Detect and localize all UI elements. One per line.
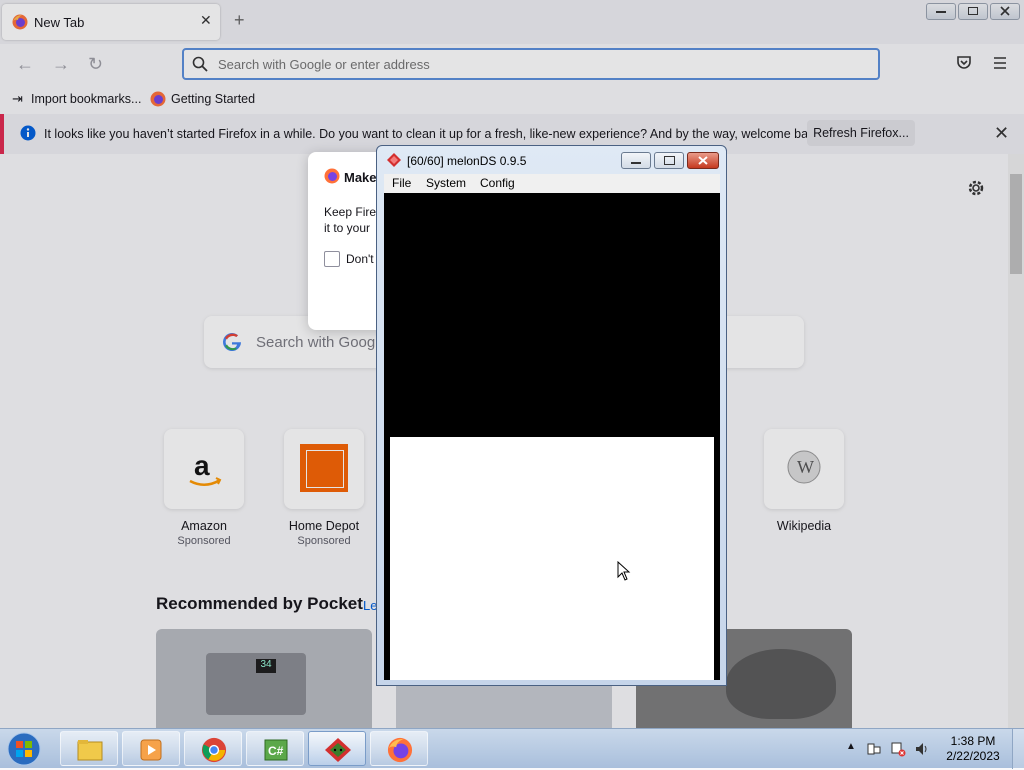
minimize-icon (936, 11, 946, 13)
svg-text:W: W (797, 457, 814, 477)
nav-bar: ← → ↻ (0, 44, 1024, 84)
search-placeholder: Search with Goog (256, 334, 376, 351)
dont-ask-label: Don't (346, 252, 374, 266)
menu-system[interactable]: System (426, 176, 466, 190)
site-name: Home Depot (288, 519, 360, 533)
clock-time: 1:38 PM (950, 734, 996, 748)
taskbar-csharp-editor[interactable]: C# (246, 731, 304, 766)
melonds-window: [60/60] melonDS 0.9.5 File System Config (376, 145, 727, 686)
tab-new-tab[interactable]: New Tab ✕ (2, 4, 220, 40)
google-icon (223, 333, 241, 352)
taskbar-melonds[interactable] (308, 731, 366, 766)
maximize-button[interactable] (654, 152, 684, 169)
gear-icon[interactable] (966, 178, 986, 198)
svg-text:a: a (194, 451, 210, 481)
pocket-heading: Recommended by Pocket (156, 594, 363, 613)
close-icon (698, 156, 708, 165)
search-icon (192, 56, 208, 72)
show-hidden-icons-icon[interactable]: ▲ (846, 741, 856, 752)
tab-strip: New Tab ✕ + (0, 0, 1024, 44)
network-icon[interactable] (890, 741, 906, 757)
restore-button[interactable] (958, 3, 988, 20)
import-icon: ⇥ (12, 91, 23, 106)
url-bar[interactable] (182, 48, 880, 80)
tab-title: New Tab (34, 15, 85, 30)
action-center-icon[interactable] (866, 741, 882, 757)
melonds-icon (387, 153, 401, 167)
amazon-tile: a (164, 429, 244, 509)
sponsored-label: Sponsored (297, 535, 351, 547)
media-player-icon (140, 739, 162, 761)
url-input[interactable] (216, 53, 860, 75)
reload-icon[interactable]: ↻ (88, 54, 103, 75)
back-icon[interactable]: ← (16, 54, 34, 75)
minimize-button[interactable] (926, 3, 956, 20)
restore-icon (968, 7, 978, 15)
home-depot-tile (284, 429, 364, 509)
notification-text: It looks like you haven’t started Firefo… (44, 127, 825, 141)
window-title: [60/60] melonDS 0.9.5 (407, 154, 527, 168)
forward-icon[interactable]: → (52, 54, 70, 75)
home-depot-logo-icon (300, 444, 348, 492)
hamburger-menu-icon[interactable] (991, 54, 1009, 72)
close-icon (1000, 6, 1010, 16)
melonds-icon (325, 738, 351, 762)
firefox-icon (324, 168, 340, 184)
menu-bar: File System Config (384, 174, 720, 193)
firefox-icon (150, 91, 166, 107)
dont-ask-checkbox[interactable] (324, 251, 340, 267)
chrome-icon (201, 737, 227, 763)
top-site-wikipedia[interactable]: W Wikipedia (764, 429, 844, 533)
top-site-home-depot[interactable]: Home Depot Sponsored (284, 429, 364, 547)
taskbar-firefox[interactable] (370, 731, 428, 766)
new-tab-button[interactable]: + (234, 10, 245, 31)
refresh-firefox-button[interactable]: Refresh Firefox... (807, 120, 915, 146)
mouse-cursor-icon (617, 561, 631, 581)
pocket-icon[interactable] (955, 54, 973, 72)
svg-text:C#: C# (268, 744, 284, 758)
pocket-card-appliance[interactable]: 34 (156, 629, 372, 728)
minimize-button[interactable] (621, 152, 651, 169)
taskbar-chrome[interactable] (184, 731, 242, 766)
windows-orb-icon (7, 732, 41, 766)
clock-date: 2/22/2023 (946, 749, 1000, 763)
start-button[interactable] (6, 731, 46, 767)
site-name: Wikipedia (776, 519, 832, 533)
close-button[interactable] (687, 152, 719, 169)
ds-bottom-screen-frame (384, 437, 720, 680)
show-desktop-button[interactable] (1012, 729, 1024, 769)
notification-close-icon[interactable]: ✕ (994, 123, 1009, 144)
firefox-icon (387, 737, 413, 763)
taskbar: C# ▲ 1:38 PM 2/22/2023 (0, 728, 1024, 769)
wikipedia-logo-icon: W (787, 450, 821, 484)
menu-config[interactable]: Config (480, 176, 515, 190)
volume-icon[interactable] (914, 741, 930, 757)
wikipedia-tile: W (764, 429, 844, 509)
scrollbar-thumb[interactable] (1010, 174, 1022, 274)
amazon-logo-icon: a (189, 451, 222, 486)
minimize-icon (631, 162, 641, 164)
clock[interactable]: 1:38 PM 2/22/2023 (940, 734, 1006, 764)
taskbar-explorer[interactable] (60, 731, 118, 766)
folder-icon (77, 740, 103, 761)
bookmarks-bar: ⇥ Import bookmarks... Getting Started (0, 84, 1024, 114)
maximize-icon (664, 156, 675, 165)
site-name: Amazon (181, 519, 227, 533)
csharp-icon: C# (264, 739, 288, 761)
taskbar-media-player[interactable] (122, 731, 180, 766)
firefox-icon (12, 14, 28, 30)
ds-top-screen[interactable] (384, 193, 720, 437)
menu-file[interactable]: File (392, 176, 411, 190)
sponsored-label: Sponsored (177, 535, 231, 547)
info-icon (20, 125, 36, 141)
scrollbar[interactable] (1008, 154, 1024, 728)
bookmark-getting-started[interactable]: Getting Started (171, 92, 255, 106)
tab-close-icon[interactable]: ✕ (200, 12, 212, 29)
bookmark-import[interactable]: Import bookmarks... (31, 92, 141, 106)
top-site-amazon[interactable]: a Amazon Sponsored (164, 429, 244, 547)
close-button[interactable] (990, 3, 1020, 20)
ds-bottom-screen[interactable] (390, 437, 714, 680)
dialog-title: Make (344, 170, 377, 185)
